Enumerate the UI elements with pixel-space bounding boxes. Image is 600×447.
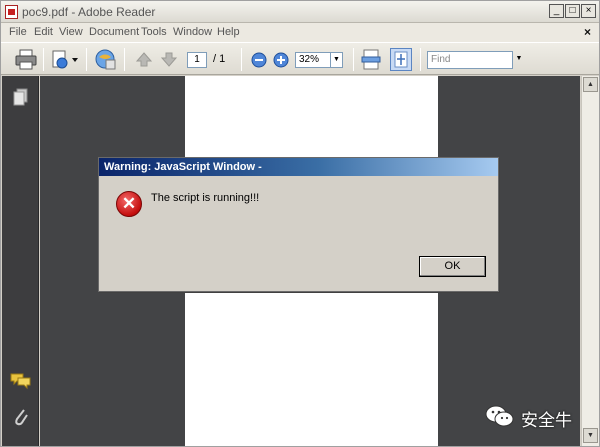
collaborate-icon[interactable] (94, 48, 118, 71)
menu-view[interactable]: View (59, 26, 83, 38)
page-number-input[interactable]: 1 (187, 52, 207, 68)
menu-edit[interactable]: Edit (34, 26, 53, 38)
title-bar[interactable]: poc9.pdf - Adobe Reader _ □ × (1, 1, 599, 23)
menu-document[interactable]: Document (89, 26, 139, 38)
menu-help[interactable]: Help (217, 26, 240, 38)
print-icon[interactable] (15, 49, 37, 70)
wechat-logo-icon (485, 405, 514, 427)
toolbar-separator (86, 48, 87, 71)
toolbar-separator (124, 48, 125, 71)
zoom-dropdown-chevron-icon[interactable]: ▼ (331, 52, 343, 68)
watermark: 安全牛 (485, 403, 591, 430)
menu-bar: File Edit View Document Tools Window Hel… (1, 23, 599, 42)
previous-page-icon[interactable] (135, 51, 153, 68)
navigation-panel (2, 76, 39, 446)
menu-window[interactable]: Window (173, 26, 212, 38)
pdf-app-icon (5, 5, 18, 19)
page-total-label: / 1 (213, 53, 226, 65)
attachments-icon[interactable] (12, 406, 30, 428)
minimize-button[interactable]: _ (549, 4, 564, 18)
comments-icon[interactable] (10, 372, 32, 390)
zoom-level-input[interactable]: 32% (295, 52, 331, 68)
toolbar-separator (241, 48, 242, 71)
menu-tools[interactable]: Tools (141, 26, 167, 38)
find-dropdown-chevron-icon[interactable]: ▼ (514, 51, 524, 69)
vertical-scrollbar[interactable]: ▲ ▼ (581, 76, 599, 446)
toolbar: 1 / 1 32% ▼ Find ▼ (1, 42, 599, 75)
error-icon-glyph: ✕ (121, 194, 137, 213)
close-button[interactable]: × (581, 4, 596, 18)
scroll-up-icon[interactable]: ▲ (583, 77, 598, 92)
dialog-title-bar[interactable]: Warning: JavaScript Window - (99, 158, 498, 176)
error-icon: ✕ (116, 191, 142, 217)
adobe-reader-window: poc9.pdf - Adobe Reader _ □ × File Edit … (0, 0, 600, 447)
toolbar-separator (420, 48, 421, 71)
dialog-title: Warning: JavaScript Window - (104, 161, 262, 173)
attach-icon[interactable] (50, 49, 80, 70)
menu-file[interactable]: File (9, 26, 27, 38)
toolbar-separator (353, 48, 354, 71)
zoom-out-icon[interactable] (251, 52, 267, 68)
window-title: poc9.pdf - Adobe Reader (22, 5, 156, 19)
next-page-icon[interactable] (160, 51, 178, 68)
pages-icon[interactable] (13, 88, 29, 106)
javascript-warning-dialog: Warning: JavaScript Window - ✕ The scrip… (98, 157, 499, 292)
document-close-button[interactable]: × (584, 25, 591, 39)
ok-button[interactable]: OK (419, 256, 486, 277)
scroll-down-icon[interactable]: ▼ (583, 428, 598, 443)
dialog-message: The script is running!!! (151, 192, 260, 204)
watermark-text: 安全牛 (521, 411, 572, 430)
find-input[interactable]: Find (427, 51, 513, 69)
maximize-button[interactable]: □ (565, 4, 580, 18)
zoom-in-icon[interactable] (273, 52, 289, 68)
toolbar-separator (43, 48, 44, 71)
fit-page-icon[interactable] (390, 48, 412, 71)
fit-width-icon[interactable] (361, 49, 381, 70)
